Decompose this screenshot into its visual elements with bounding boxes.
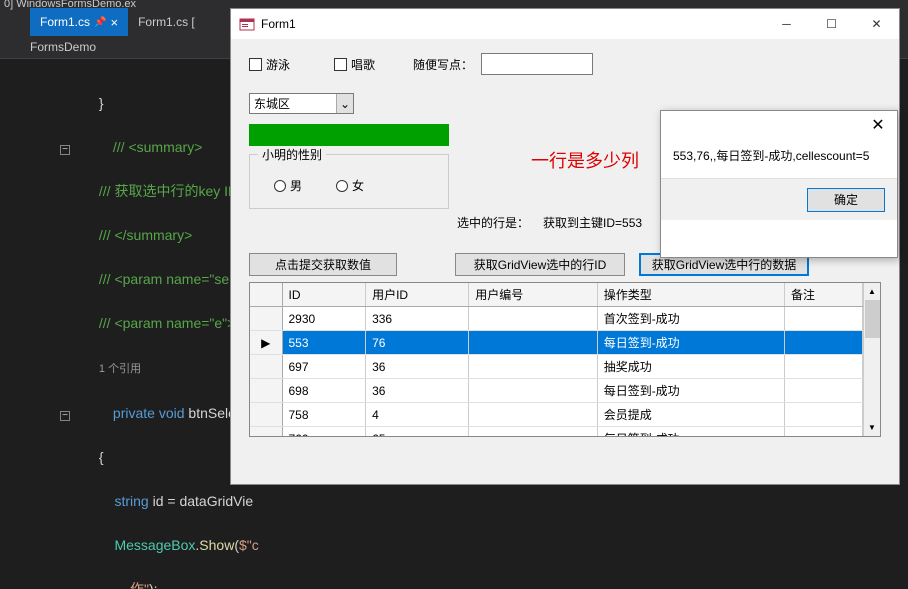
cell[interactable] (785, 403, 863, 427)
cell[interactable]: 76 (366, 331, 469, 355)
window-title: Form1 (261, 17, 764, 31)
table-row[interactable]: ▶55376 每日签到-成功 (250, 331, 863, 355)
column-header[interactable]: 备注 (785, 283, 863, 307)
gender-groupbox: 小明的性别 男 女 (249, 154, 449, 209)
column-header[interactable]: 操作类型 (597, 283, 784, 307)
column-header[interactable] (250, 283, 282, 307)
ok-button[interactable]: 确定 (807, 188, 885, 212)
scroll-up-icon[interactable]: ▲ (864, 283, 880, 300)
row-header[interactable] (250, 427, 282, 437)
tab-form1-designer[interactable]: Form1.cs [ (128, 8, 205, 36)
cell[interactable]: 697 (282, 355, 366, 379)
close-button[interactable]: ✕ (854, 9, 899, 39)
submit-button[interactable]: 点击提交获取数值 (249, 253, 397, 276)
radio-label: 男 (290, 177, 302, 194)
datagridview[interactable]: ID用户ID用户编号操作类型备注 2930336 首次签到-成功 ▶55376 每日签… (249, 282, 881, 437)
cell[interactable]: 36 (366, 355, 469, 379)
column-header[interactable]: 用户ID (366, 283, 469, 307)
cell[interactable]: 4 (366, 403, 469, 427)
titlebar[interactable]: Form1 ─ ☐ ✕ (231, 9, 899, 39)
red-status-label: 一行是多少列 (531, 147, 639, 173)
form-icon (239, 16, 255, 32)
combo-value: 东城区 (254, 95, 290, 112)
column-header[interactable]: 用户编号 (469, 283, 597, 307)
tab-form1-cs[interactable]: Form1.cs 📌 × (30, 8, 128, 36)
cell[interactable]: 2930 (282, 307, 366, 331)
radio-male[interactable]: 男 (274, 177, 302, 194)
cell[interactable] (785, 427, 863, 437)
cell[interactable]: 758 (282, 403, 366, 427)
cell[interactable] (469, 427, 597, 437)
tab-label: Form1.cs [ (138, 15, 195, 29)
cell[interactable] (469, 331, 597, 355)
cell[interactable] (469, 379, 597, 403)
scroll-thumb[interactable] (865, 300, 880, 338)
chevron-down-icon[interactable]: ⌄ (336, 94, 353, 113)
cell[interactable] (785, 331, 863, 355)
freewrite-input[interactable] (481, 53, 593, 75)
ide-titlebar: 0] WindowsFormsDemo.ex (0, 0, 908, 8)
cell[interactable]: 36 (366, 379, 469, 403)
table-row[interactable]: 69836 每日签到-成功 (250, 379, 863, 403)
table-row[interactable]: 69736 抽奖成功 (250, 355, 863, 379)
cell[interactable]: 抽奖成功 (597, 355, 784, 379)
tab-label: Form1.cs (40, 15, 90, 29)
table-row[interactable]: 2930336 首次签到-成功 (250, 307, 863, 331)
cell[interactable]: 每日签到-成功 (597, 379, 784, 403)
cell[interactable]: 553 (282, 331, 366, 355)
cell[interactable] (469, 355, 597, 379)
minimize-button[interactable]: ─ (764, 9, 809, 39)
msgbox-titlebar[interactable]: ✕ (661, 111, 897, 139)
checkbox-label: 游泳 (266, 56, 290, 73)
row-header[interactable] (250, 355, 282, 379)
row-header[interactable] (250, 379, 282, 403)
cell[interactable]: 会员提成 (597, 403, 784, 427)
get-row-id-button[interactable]: 获取GridView选中的行ID (455, 253, 625, 276)
pin-icon[interactable]: 📌 (94, 17, 106, 28)
table-row[interactable]: 7584 会员提成 (250, 403, 863, 427)
checkbox-label: 唱歌 (351, 56, 375, 73)
cell[interactable] (785, 307, 863, 331)
selected-row-value: 获取到主键ID=553 (543, 214, 642, 231)
grid-scrollbar[interactable]: ▲ ▼ (863, 283, 880, 436)
green-textbox[interactable] (249, 124, 449, 146)
district-combo[interactable]: 东城区 ⌄ (249, 93, 354, 114)
freewrite-label: 随便写点： (413, 56, 473, 73)
checkbox-sing[interactable]: 唱歌 (334, 56, 375, 73)
cell[interactable]: 每日签到-成功 (597, 331, 784, 355)
cell[interactable]: 698 (282, 379, 366, 403)
cell[interactable] (469, 307, 597, 331)
row-header[interactable]: ▶ (250, 331, 282, 355)
table-row[interactable]: 76065 每日签到-成功 (250, 427, 863, 437)
close-icon[interactable]: × (110, 15, 118, 30)
cell[interactable] (785, 355, 863, 379)
selected-row-label: 选中的行是： (457, 214, 529, 231)
cell[interactable] (785, 379, 863, 403)
scroll-down-icon[interactable]: ▼ (864, 419, 880, 436)
cell[interactable]: 760 (282, 427, 366, 437)
checkbox-swim[interactable]: 游泳 (249, 56, 290, 73)
radio-label: 女 (352, 177, 364, 194)
groupbox-title: 小明的性别 (258, 146, 326, 163)
column-header[interactable]: ID (282, 283, 366, 307)
msgbox-text: 553,76,,每日签到-成功,cellescount=5 (661, 139, 897, 178)
close-icon[interactable]: ✕ (863, 115, 893, 135)
maximize-button[interactable]: ☐ (809, 9, 854, 39)
cell[interactable]: 65 (366, 427, 469, 437)
row-header[interactable] (250, 307, 282, 331)
radio-female[interactable]: 女 (336, 177, 364, 194)
row-header[interactable] (250, 403, 282, 427)
cell[interactable] (469, 403, 597, 427)
cell[interactable]: 首次签到-成功 (597, 307, 784, 331)
cell[interactable]: 336 (366, 307, 469, 331)
cell[interactable]: 每日签到-成功 (597, 427, 784, 437)
messagebox: ✕ 553,76,,每日签到-成功,cellescount=5 确定 (660, 110, 898, 258)
